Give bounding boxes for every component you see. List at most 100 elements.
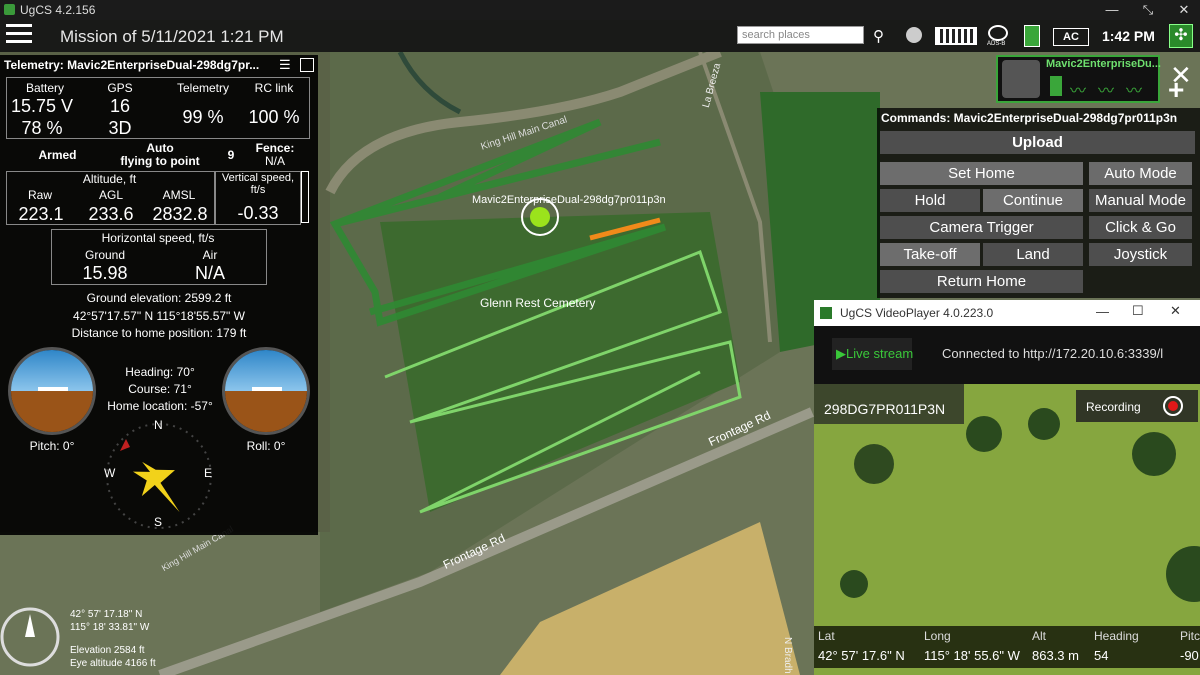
map-eye-altitude: Eye altitude 4166 ft (70, 658, 156, 669)
drone-card[interactable]: Mavic2EnterpriseDu... 〰 〰 〰 (996, 55, 1161, 103)
camera-trigger-button[interactable]: Camera Trigger (880, 216, 1083, 239)
compass-n: N (154, 418, 163, 432)
roll-plane-icon (252, 387, 282, 391)
fence-value: N/A (264, 154, 285, 168)
pitch-value: Pitch: 0° (29, 439, 75, 453)
video-lat-label: Lat (818, 629, 835, 643)
home-distance: Distance to home position: 179 ft (71, 326, 247, 340)
rc-signal-icon: 〰 (1126, 83, 1143, 100)
course-value: Course: 71° (128, 382, 192, 396)
click-go-button[interactable]: Click & Go (1089, 216, 1192, 239)
hspeed-ground-value: 15.98 (82, 263, 128, 283)
drone-card-name: Mavic2EnterpriseDu... (1046, 58, 1161, 70)
gps-label: GPS (107, 81, 133, 95)
video-long-label: Long (924, 629, 951, 643)
upload-button[interactable]: Upload (880, 131, 1195, 154)
flight-mode: Auto (146, 141, 174, 155)
battery-voltage: 15.75 V (10, 96, 74, 116)
video-lat-value: 42° 57' 17.6" N (818, 648, 905, 663)
flight-mode-detail: flying to point (120, 154, 200, 168)
pitch-gauge (8, 347, 96, 435)
adsb-label: ADS-B (987, 41, 1006, 47)
video-maximize-icon[interactable]: ☐ (1132, 303, 1144, 319)
hold-button[interactable]: Hold (880, 189, 980, 212)
video-drone-id: 298DG7PR011P3N (824, 401, 945, 417)
video-alt-label: Alt (1032, 629, 1047, 643)
alt-raw-label: Raw (27, 188, 52, 202)
video-alt-value: 863.3 m (1032, 648, 1079, 663)
telemetry-value: 99 % (182, 107, 224, 127)
compass-w: W (104, 466, 116, 480)
adsb-icon[interactable] (988, 25, 1008, 41)
drone-avatar (1002, 60, 1040, 98)
video-pitch-label: Pitc (1180, 629, 1200, 643)
window-title-bar: UgCS 4.2.156 — ⤡ ✕ (0, 0, 1200, 20)
video-player-window: UgCS VideoPlayer 4.0.223.0 — ☐ ✕ ▶ Live … (814, 300, 1200, 675)
battery-percent: 78 % (21, 118, 63, 138)
hspeed-air-label: Air (202, 248, 218, 262)
manual-mode-button[interactable]: Manual Mode (1089, 189, 1192, 212)
pitch-plane-icon (38, 387, 68, 391)
video-close-icon[interactable]: ✕ (1170, 303, 1181, 319)
map-coord-lat: 42° 57' 17.18" N (70, 609, 142, 620)
altitude-label: Altitude, ft (82, 172, 137, 186)
minimize-icon[interactable]: — (1100, 2, 1124, 17)
video-minimize-icon[interactable]: — (1096, 304, 1109, 319)
signal-icon: 〰 (1070, 83, 1087, 100)
live-stream-icon: ▶ (836, 346, 846, 361)
video-heading-label: Heading (1094, 629, 1139, 643)
map-elevation: Elevation 2584 ft (70, 645, 145, 656)
drone-coordinates: 42°57'17.57" N 115°18'55.57" W (73, 309, 245, 323)
telemetry-panel: Telemetry: Mavic2EnterpriseDual-298dg7pr… (0, 55, 318, 535)
keyboard-icon[interactable] (935, 27, 977, 45)
battery-icon[interactable] (1024, 25, 1040, 47)
gps-fix: 3D (108, 118, 132, 138)
video-title-bar: UgCS VideoPlayer 4.0.223.0 — ☐ ✕ (814, 300, 1200, 326)
compass-e: E (204, 466, 213, 480)
auto-mode-button[interactable]: Auto Mode (1089, 162, 1192, 185)
menu-icon[interactable] (6, 24, 32, 46)
expand-icon[interactable] (300, 58, 314, 72)
clock: 1:42 PM (1102, 28, 1155, 44)
rc-label: RC link (254, 81, 294, 95)
video-heading-value: 54 (1094, 648, 1109, 663)
ac-button[interactable]: AC (1053, 28, 1089, 46)
continue-button[interactable]: Continue (983, 189, 1083, 212)
gps-sats: 16 (109, 96, 131, 116)
joystick-button[interactable]: Joystick (1089, 243, 1192, 266)
vspeed-label: Vertical speed, ft/s (221, 172, 295, 196)
video-app-icon (820, 307, 832, 319)
land-button[interactable]: Land (983, 243, 1083, 266)
waypoint-number: 9 (227, 148, 235, 162)
map-coord-lon: 115° 18' 33.81" W (70, 622, 150, 633)
network-icon[interactable]: ✣ (1169, 24, 1193, 48)
mission-title: Mission of 5/11/2021 1:21 PM (60, 27, 284, 46)
commands-title: Commands: Mavic2EnterpriseDual-298dg7pr0… (881, 111, 1178, 125)
recording-label: Recording (1086, 400, 1141, 414)
map-drone-label: Mavic2EnterpriseDual-298dg7pr011p3n (472, 194, 666, 206)
close-icon[interactable]: ✕ (1172, 2, 1196, 18)
restore-icon[interactable]: ⤡ (1136, 2, 1160, 18)
search-input[interactable]: search places (737, 26, 864, 44)
video-toolbar: ▶ Live stream Connected to http://172.20… (814, 326, 1200, 384)
video-title: UgCS VideoPlayer 4.0.223.0 (840, 306, 994, 320)
live-stream-label: Live stream (846, 346, 914, 361)
return-home-button[interactable]: Return Home (880, 270, 1083, 293)
globe-icon[interactable] (906, 27, 922, 43)
set-home-button[interactable]: Set Home (880, 162, 1083, 185)
hspeed-air-value: N/A (194, 263, 225, 283)
commands-panel: Commands: Mavic2EnterpriseDual-298dg7pr0… (877, 108, 1200, 298)
video-pitch-value: -90 (1180, 648, 1199, 663)
telemetry-title: Telemetry: Mavic2EnterpriseDual-298dg7pr… (4, 58, 260, 72)
search-icon[interactable]: ⚲ (873, 27, 884, 45)
vspeed-bar (301, 171, 309, 223)
roll-value: Roll: 0° (246, 439, 286, 453)
add-icon[interactable]: + (1168, 74, 1184, 106)
list-icon[interactable]: ☰ (279, 57, 291, 73)
telemetry-label: Telemetry (176, 81, 229, 95)
telemetry-signal-icon: 〰 (1098, 83, 1115, 100)
window-title: UgCS 4.2.156 (20, 3, 96, 17)
heading-value: Heading: 70° (125, 365, 195, 379)
takeoff-button[interactable]: Take-off (880, 243, 980, 266)
video-long-value: 115° 18' 55.6" W (924, 648, 1020, 663)
